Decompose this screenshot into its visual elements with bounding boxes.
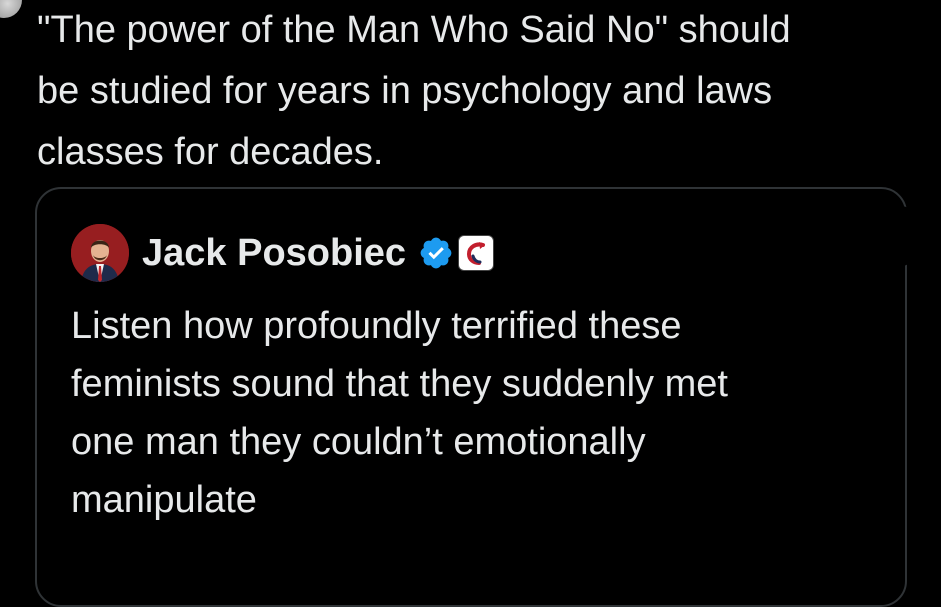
avatar-portrait-icon — [71, 224, 129, 282]
quoted-tweet-header: Jack Posobiec — [71, 223, 495, 283]
quoted-tweet-text: Listen how profoundly terrified these fe… — [71, 305, 728, 521]
verified-badge-icon — [420, 237, 452, 269]
author-avatar[interactable] — [0, 0, 22, 18]
tweet-text: "The power of the Man Who Said No" shoul… — [37, 9, 791, 173]
quoted-author-name[interactable]: Jack Posobiec — [142, 232, 406, 275]
quoted-author-avatar[interactable] — [71, 224, 129, 282]
redaction-scribble — [525, 196, 941, 286]
affiliate-badge-icon[interactable] — [458, 235, 495, 271]
